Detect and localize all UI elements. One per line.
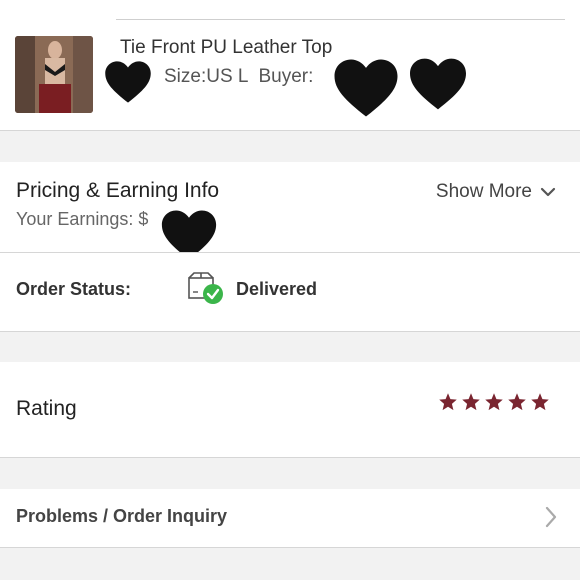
show-more-button[interactable]: Show More: [436, 181, 556, 203]
pricing-section: Pricing & Earning Info Your Earnings: $ …: [0, 162, 580, 260]
divider: [0, 547, 580, 548]
problems-section[interactable]: Problems / Order Inquiry: [0, 489, 580, 547]
product-thumbnail[interactable]: [15, 36, 93, 113]
chevron-down-icon: [540, 187, 556, 197]
order-status-section: Order Status: Delivered: [0, 253, 580, 331]
star-rating: [438, 392, 550, 412]
heart-sticker-icon: [105, 61, 151, 103]
package-delivered-icon: [188, 272, 223, 304]
rating-section: Rating: [0, 362, 580, 457]
divider: [0, 457, 580, 458]
product-section: Tie Front PU Leather Top Size:US L Buyer:: [0, 0, 580, 130]
buyer-label: Buyer:: [258, 66, 314, 87]
earnings-text: Your Earnings: $: [16, 209, 149, 229]
order-status-label: Order Status:: [16, 279, 132, 299]
rating-label: Rating: [16, 397, 77, 420]
heart-sticker-icon: [410, 58, 466, 110]
star-icon: [439, 393, 457, 411]
chevron-right-icon[interactable]: [544, 505, 558, 529]
star-icon: [485, 393, 503, 411]
divider: [116, 19, 565, 20]
star-icon: [508, 393, 526, 411]
pricing-title: Pricing & Earning Info: [16, 179, 220, 202]
product-size: Size:US L: [164, 66, 249, 87]
divider: [0, 331, 580, 332]
divider: [0, 130, 580, 131]
product-meta: Size:US L Buyer:: [164, 66, 313, 88]
order-status-value: Delivered: [236, 279, 318, 299]
star-icon: [462, 393, 480, 411]
problems-inquiry-link[interactable]: Problems / Order Inquiry: [16, 506, 227, 527]
show-more-label: Show More: [435, 181, 532, 202]
star-icon: [531, 393, 549, 411]
heart-sticker-icon: [334, 59, 398, 117]
